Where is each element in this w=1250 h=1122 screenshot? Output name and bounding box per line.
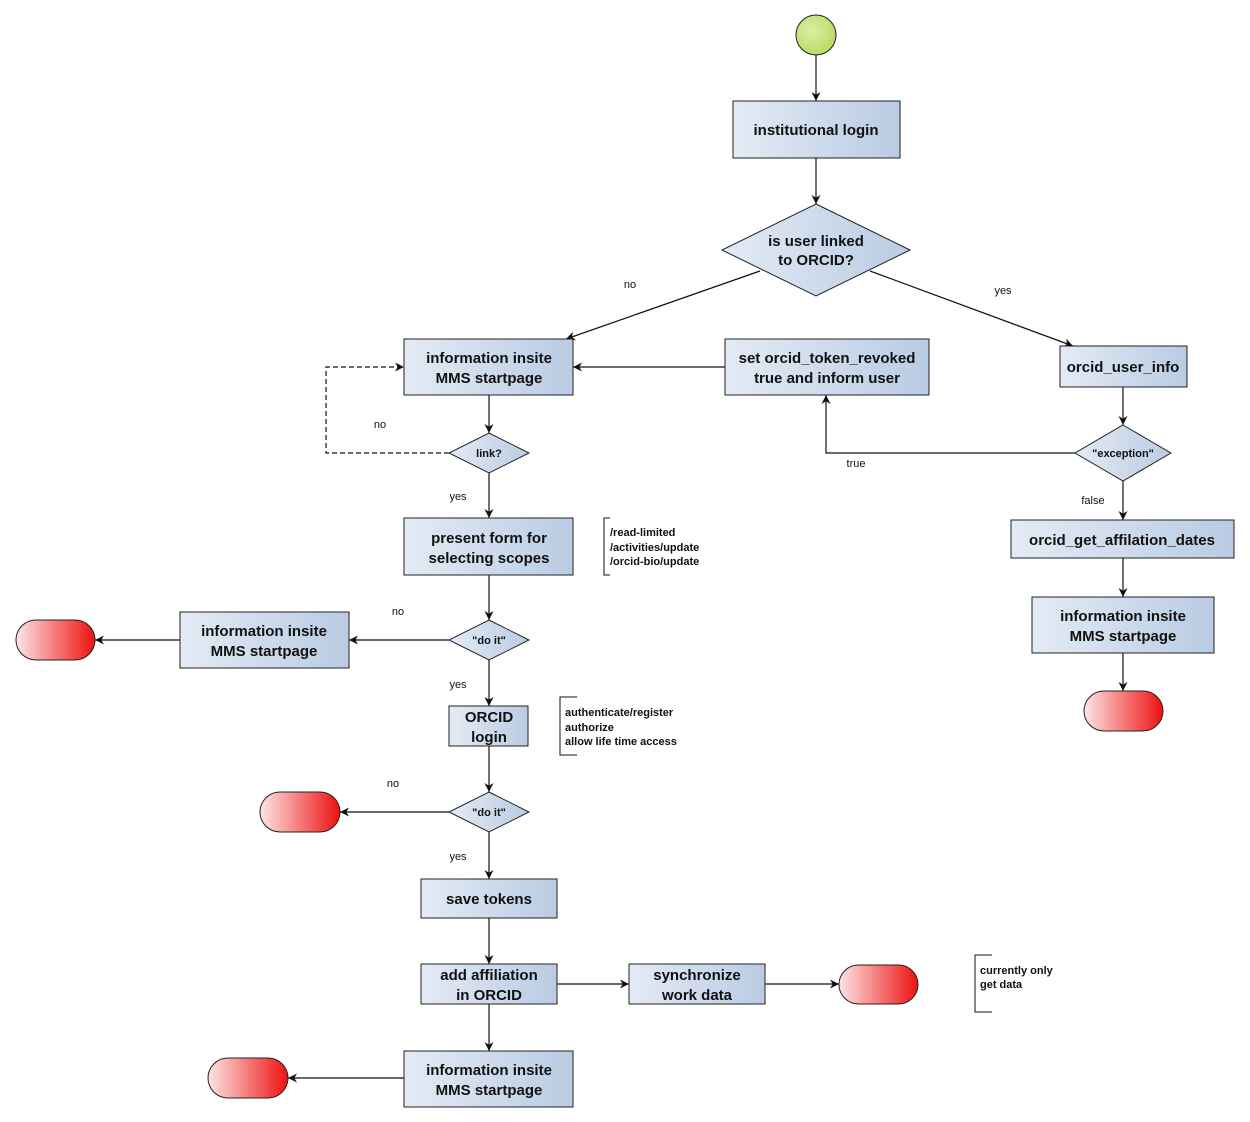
svg-text:orcid_user_info: orcid_user_info [1067, 359, 1180, 376]
svg-text:save tokens: save tokens [446, 891, 532, 908]
note-scopes: /read-limited /activities/update /orcid-… [603, 517, 699, 576]
label-yes: yes [449, 679, 467, 691]
decision-do-it-2: "do it" [447, 791, 531, 833]
svg-text:authenticate/register: authenticate/register [565, 707, 674, 719]
node-info-bottom: information insite MMS startpage [403, 1050, 574, 1108]
svg-text:in ORCID: in ORCID [456, 987, 522, 1004]
node-save-tokens: save tokens [420, 878, 558, 919]
svg-text:synchronize: synchronize [653, 967, 741, 984]
svg-text:MMS startpage: MMS startpage [1070, 628, 1177, 645]
node-add-affiliation: add affiliation in ORCID [420, 963, 558, 1005]
edge-exception-true [821, 395, 1075, 454]
node-orcid-user-info: orcid_user_info [1059, 345, 1188, 388]
end-node-4 [207, 1057, 289, 1099]
decision-user-linked: is user linked to ORCID? [720, 203, 912, 297]
label-no: no [392, 606, 404, 618]
end-node-3 [838, 964, 919, 1005]
svg-text:"do it": "do it" [472, 635, 506, 647]
svg-text:login: login [471, 729, 507, 746]
label-yes: yes [449, 491, 467, 503]
svg-text:selecting scopes: selecting scopes [429, 550, 550, 567]
node-present-form: present form for selecting scopes [403, 517, 574, 576]
svg-text:information insite: information insite [426, 1062, 552, 1079]
label-yes: yes [994, 285, 1012, 297]
svg-text:ORCID: ORCID [465, 709, 514, 726]
svg-text:MMS startpage: MMS startpage [436, 370, 543, 387]
label-no: no [624, 279, 636, 291]
end-node-1 [15, 619, 96, 661]
node-synchronize: synchronize work data [628, 963, 766, 1005]
label-false: false [1081, 495, 1104, 507]
svg-text:allow life time access: allow life time access [565, 736, 677, 748]
label-no: no [374, 419, 386, 431]
node-info-top: information insite MMS startpage [403, 338, 574, 396]
svg-text:get data: get data [980, 979, 1023, 991]
end-node-2 [259, 791, 341, 833]
svg-text:link?: link? [476, 448, 502, 460]
flowchart: institutional login is user linked to OR… [15, 14, 1235, 1108]
label-true: true [847, 458, 866, 470]
svg-text:/orcid-bio/update: /orcid-bio/update [610, 556, 699, 568]
node-info-left: information insite MMS startpage [179, 611, 350, 669]
svg-text:to ORCID?: to ORCID? [778, 252, 854, 269]
svg-text:"do it": "do it" [472, 807, 506, 819]
svg-text:MMS startpage: MMS startpage [211, 643, 318, 660]
end-node-5 [1083, 690, 1164, 732]
svg-text:/read-limited: /read-limited [610, 527, 675, 539]
edges [95, 55, 1128, 1083]
svg-text:institutional login: institutional login [754, 122, 879, 139]
node-info-right: information insite MMS startpage [1031, 596, 1215, 654]
svg-text:information insite: information insite [201, 623, 327, 640]
edge-linked-no [565, 270, 761, 341]
svg-text:information insite: information insite [1060, 608, 1186, 625]
decision-link: link? [447, 432, 531, 474]
svg-text:information insite: information insite [426, 350, 552, 367]
decision-exception: "exception" [1074, 424, 1172, 482]
svg-text:orcid_get_affilation_dates: orcid_get_affilation_dates [1029, 532, 1215, 549]
svg-text:authorize: authorize [565, 722, 614, 734]
note-orcid-login: authenticate/register authorize allow li… [559, 696, 677, 756]
svg-text:"exception": "exception" [1092, 448, 1154, 460]
svg-text:work data: work data [661, 987, 733, 1004]
edge-linked-yes [869, 270, 1074, 348]
svg-text:MMS startpage: MMS startpage [436, 1082, 543, 1099]
node-get-affiliation-dates: orcid_get_affilation_dates [1010, 519, 1235, 559]
node-orcid-login: ORCID login [448, 705, 529, 747]
svg-text:set orcid_token_revoked: set orcid_token_revoked [739, 350, 916, 367]
svg-text:/activities/update: /activities/update [610, 542, 699, 554]
svg-text:add affiliation: add affiliation [440, 967, 538, 984]
svg-text:is user linked: is user linked [768, 233, 864, 250]
svg-text:present form for: present form for [431, 530, 547, 547]
node-institutional-login: institutional login [732, 100, 901, 159]
svg-text:true and inform user: true and inform user [754, 370, 900, 387]
svg-text:currently only: currently only [980, 965, 1054, 977]
label-yes: yes [449, 851, 467, 863]
note-sync: currently only get data [974, 954, 1054, 1013]
start-node [795, 14, 837, 56]
node-revoke-token: set orcid_token_revoked true and inform … [724, 338, 930, 396]
label-no: no [387, 778, 399, 790]
decision-do-it-1: "do it" [447, 619, 531, 661]
